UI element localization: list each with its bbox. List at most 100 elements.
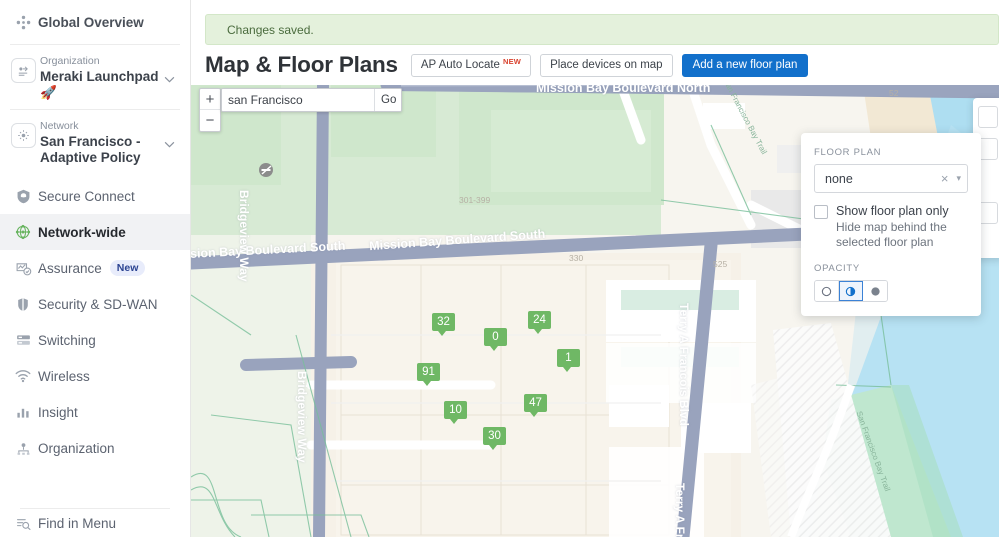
chevron-down-icon[interactable]: ▾ [953, 173, 961, 184]
device-marker-label: 30 [483, 427, 506, 445]
device-marker-label: 47 [524, 394, 547, 412]
device-marker[interactable]: 30 [483, 427, 506, 449]
zoom-in-button[interactable]: + [200, 89, 220, 110]
opacity-half-button[interactable] [839, 281, 863, 301]
device-marker[interactable]: 1 [557, 349, 580, 371]
security-sdwan-icon [8, 296, 38, 313]
marker-tip-icon [490, 346, 498, 351]
floor-plan-panel: Floor Plan none × ▾ Show floor plan only… [801, 133, 981, 316]
device-marker[interactable]: 32 [432, 313, 455, 335]
sidebar-item-label: Network-wide [38, 225, 126, 240]
device-marker-label: 91 [417, 363, 440, 381]
toolbar-chip[interactable] [978, 138, 998, 160]
sidebar-item-switching[interactable]: Switching [0, 322, 190, 358]
clear-icon[interactable]: × [936, 171, 954, 186]
show-floor-plan-only-checkbox[interactable] [814, 205, 828, 219]
organization-icon [8, 54, 38, 83]
app-root: Global Overview Organization Meraki [0, 0, 999, 537]
floor-plan-select[interactable]: none × ▾ [814, 164, 968, 193]
sidebar-item-label: Secure Connect [38, 189, 135, 204]
switching-icon [8, 332, 38, 349]
sidebar-item-label: Assurance [38, 261, 102, 276]
map-zoom-control[interactable]: + − [199, 88, 221, 132]
sidebar-item-secure-connect[interactable]: Secure Connect [0, 178, 190, 214]
network-icon [8, 119, 38, 148]
search-go-button[interactable]: Go [374, 89, 401, 111]
page-header: Map & Floor Plans AP Auto LocateNEW Plac… [191, 45, 999, 85]
new-superscript: NEW [503, 57, 521, 66]
toolbar-chip[interactable] [978, 170, 998, 192]
marker-tip-icon [423, 381, 431, 386]
device-marker[interactable]: 47 [524, 394, 547, 416]
floor-plan-section-label: Floor Plan [814, 147, 968, 158]
device-marker[interactable]: 24 [528, 311, 551, 333]
add-new-floor-plan-button[interactable]: Add a new floor plan [682, 54, 809, 77]
sidebar-network-picker[interactable]: Network San Francisco - Adaptive Policy [0, 110, 190, 174]
network-wide-icon [8, 223, 38, 241]
sidebar-organization-picker[interactable]: Organization Meraki Launchpad🚀 [0, 45, 190, 109]
sidebar-item-label: Insight [38, 405, 78, 420]
organization-name: Meraki Launchpad🚀 [40, 69, 164, 100]
button-label: Add a new floor plan [693, 59, 798, 71]
marker-tip-icon [489, 445, 497, 450]
device-marker-label: 24 [528, 311, 551, 329]
opacity-section-label: Opacity [814, 263, 968, 274]
sidebar-item-security-sdwan[interactable]: Security & SD-WAN [0, 286, 190, 322]
circle-half-icon [845, 286, 856, 297]
sidebar-item-assurance[interactable]: Assurance New [0, 250, 190, 286]
device-marker-label: 0 [484, 328, 507, 346]
find-in-menu-icon [8, 515, 38, 532]
circle-filled-icon [870, 286, 881, 297]
sidebar-item-insight[interactable]: Insight [0, 394, 190, 430]
device-marker[interactable]: 0 [484, 328, 507, 350]
flash-message: Changes saved. [205, 14, 999, 45]
circle-outline-icon [821, 286, 832, 297]
sidebar-item-label: Switching [38, 333, 96, 348]
device-marker-label: 1 [557, 349, 580, 367]
sidebar-item-wireless[interactable]: Wireless [0, 358, 190, 394]
show-floor-plan-only-row[interactable]: Show floor plan only Hide map behind the… [814, 204, 968, 250]
show-floor-plan-only-sublabel: Hide map behind the selected floor plan [836, 220, 968, 250]
search-input[interactable] [222, 89, 374, 111]
opacity-toggle-group [814, 280, 888, 302]
sidebar-item-network-wide[interactable]: Network-wide [0, 214, 190, 250]
sidebar: Global Overview Organization Meraki [0, 0, 191, 537]
sidebar-item-label: Find in Menu [38, 516, 116, 531]
sidebar-item-find-in-menu[interactable]: Find in Menu [0, 505, 190, 537]
device-marker[interactable]: 91 [417, 363, 440, 385]
page-title: Map & Floor Plans [205, 52, 398, 78]
map-search-control: Go [221, 88, 402, 112]
marker-tip-icon [534, 329, 542, 334]
sidebar-item-label: Security & SD-WAN [38, 297, 158, 312]
place-devices-on-map-button[interactable]: Place devices on map [540, 54, 673, 77]
toolbar-chip[interactable] [978, 106, 998, 128]
show-floor-plan-only-label: Show floor plan only [836, 204, 968, 219]
organization-kicker: Organization [40, 54, 164, 68]
status-badge: New [110, 260, 146, 276]
global-overview-icon [8, 14, 38, 31]
marker-tip-icon [450, 419, 458, 424]
sidebar-item-global-overview[interactable]: Global Overview [0, 0, 190, 44]
floor-plan-selected-value: none [825, 172, 936, 186]
organization-menu-icon [8, 440, 38, 457]
chevron-down-icon[interactable] [164, 54, 180, 88]
chevron-down-icon[interactable] [164, 119, 180, 153]
insight-icon [8, 404, 38, 420]
opacity-opaque-button[interactable] [863, 281, 887, 301]
zoom-out-button[interactable]: − [200, 110, 220, 131]
network-name: San Francisco - Adaptive Policy [40, 134, 164, 165]
main-content: Changes saved. Map & Floor Plans AP Auto… [191, 0, 999, 537]
map-canvas[interactable]: Mission Bay Boulevard North ssion Bay Bo… [191, 85, 999, 537]
network-kicker: Network [40, 119, 164, 133]
device-marker-label: 32 [432, 313, 455, 331]
marker-tip-icon [438, 331, 446, 336]
sidebar-item-organization[interactable]: Organization [0, 430, 190, 466]
flash-message-text: Changes saved. [227, 23, 314, 37]
opacity-transparent-button[interactable] [815, 281, 839, 301]
toolbar-chip[interactable] [978, 202, 998, 224]
button-label: Place devices on map [550, 59, 663, 71]
marker-tip-icon [530, 412, 538, 417]
marker-tip-icon [563, 367, 571, 372]
device-marker[interactable]: 10 [444, 401, 467, 423]
ap-auto-locate-button[interactable]: AP Auto LocateNEW [411, 54, 531, 77]
